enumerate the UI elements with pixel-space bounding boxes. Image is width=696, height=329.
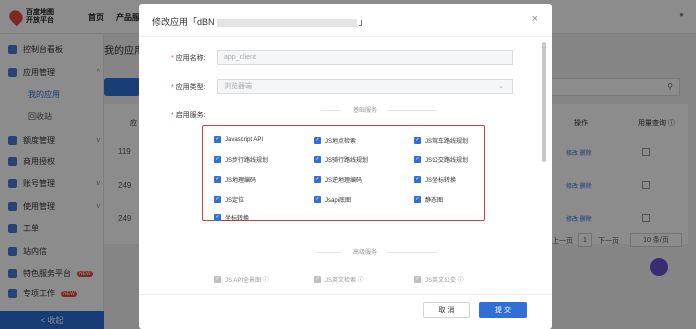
redacted-app-id [216,18,357,27]
checkbox-checked-icon: ✓ [214,214,221,221]
checkbox-checked-icon: ✓ [314,137,321,144]
scrollbar[interactable] [542,42,546,162]
modal-footer: 取 消 提 交 [139,294,552,329]
services-label: * 启用服务: [171,112,206,119]
app-name-label: * 应用名称: [171,55,206,62]
edit-app-modal: 修改应用「dBN」 × * 应用名称: app_client * 应用类型: 浏… [139,4,552,329]
service-checkbox[interactable]: ✓ JS定位 [214,195,244,204]
checkbox-checked-icon: ✓ [414,156,421,163]
submit-button[interactable]: 提 交 [479,302,527,318]
checkbox-checked-icon: ✓ [314,176,321,183]
divider [139,36,552,37]
app-type-label: * 应用类型: [171,84,206,91]
service-checkbox[interactable]: ✓ 坐标转换 [214,213,249,222]
service-checkbox[interactable]: ✓ JS步行路线规划 [214,155,268,164]
checkbox-checked-icon: ✓ [314,156,321,163]
checkbox-checked-icon: ✓ [414,137,421,144]
chevron-down-icon: ⌄ [498,83,504,90]
checkbox-disabled-icon: ✓ [314,276,321,283]
service-checkbox[interactable]: ✓ JS逆地理编码 [314,175,362,184]
app-type-select[interactable]: 浏览器端 ⌄ [217,79,513,94]
premium-service-checkbox[interactable]: ✓ JS英文公交 ⓘ [414,275,464,284]
checkbox-checked-icon: ✓ [214,156,221,163]
premium-services-header: 高级服务 [217,247,513,257]
cancel-button[interactable]: 取 消 [423,302,470,318]
service-checkbox[interactable]: ✓ Javascript API [214,136,263,143]
checkbox-checked-icon: ✓ [414,176,421,183]
checkbox-checked-icon: ✓ [214,136,221,143]
service-checkbox[interactable]: ✓ JS地理编码 [214,175,256,184]
modal-title: 修改应用「dBN」 [152,17,368,27]
checkbox-checked-icon: ✓ [414,196,421,203]
checkbox-checked-icon: ✓ [314,196,321,203]
close-icon[interactable]: × [532,13,538,25]
service-checkbox[interactable]: ✓ JS驾车路线规划 [414,136,468,145]
service-checkbox[interactable]: ✓ Jsapi底图 [314,195,351,204]
premium-service-checkbox[interactable]: ✓ JS API全景图 ⓘ [214,275,269,284]
premium-service-checkbox[interactable]: ✓ JS英文检索 ⓘ [314,275,364,284]
checkbox-disabled-icon: ✓ [414,276,421,283]
service-checkbox[interactable]: ✓ JS骑行路线规划 [314,155,368,164]
service-checkbox[interactable]: ✓ JS坐标转换 [414,175,456,184]
service-checkbox[interactable]: ✓ JS地点检索 [314,136,356,145]
basic-services-header: 基础服务 [217,105,513,115]
checkbox-disabled-icon: ✓ [214,276,221,283]
checkbox-checked-icon: ✓ [214,176,221,183]
app-name-input[interactable]: app_client [217,50,513,65]
service-checkbox[interactable]: ✓ 静态图 [414,195,443,204]
checkbox-checked-icon: ✓ [214,196,221,203]
service-checkbox[interactable]: ✓ JS公交路线规划 [414,155,468,164]
